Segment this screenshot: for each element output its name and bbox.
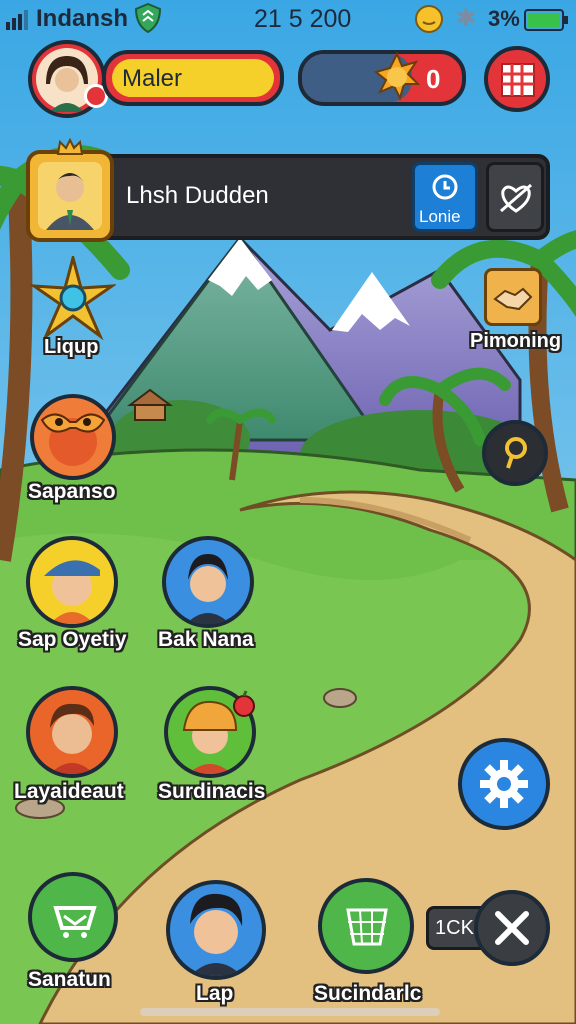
close-icon — [495, 911, 529, 945]
home-indicator[interactable] — [140, 1008, 440, 1016]
signal-icon — [6, 10, 28, 30]
clock-label: 21 5 200 — [254, 5, 352, 33]
char-label-surdinacis: Surdinacis — [158, 780, 266, 803]
key-icon — [505, 437, 527, 469]
profile-portrait-frame — [26, 150, 114, 242]
basket-icon — [53, 906, 97, 938]
hint-button[interactable] — [482, 420, 548, 486]
currency-value: 0 — [426, 64, 441, 94]
heart-arrow-icon — [500, 183, 532, 213]
gear-icon — [480, 760, 528, 808]
bottom-label-sanatun: Sanatun — [28, 968, 111, 991]
player-name-pill[interactable]: Maler — [102, 50, 284, 106]
clock-icon — [432, 174, 458, 200]
time-button-label: Lonie — [419, 207, 461, 226]
emoji-notification-icon — [415, 5, 443, 33]
carrier-label: Indansh — [36, 5, 129, 32]
apple-icon — [233, 690, 255, 717]
settings-button[interactable] — [458, 738, 550, 830]
char-label-bak-nana: Bak Nana — [158, 628, 254, 651]
close-button[interactable] — [474, 890, 550, 966]
character-bak-nana[interactable] — [162, 536, 254, 628]
close-tag-label: 1CK — [435, 917, 474, 939]
battery-icon — [524, 9, 568, 31]
player-name: Maler — [122, 65, 183, 92]
crown-icon — [56, 138, 84, 155]
handshake-node[interactable] — [484, 268, 542, 326]
mask-creature-node[interactable] — [30, 394, 116, 480]
star-gem-node[interactable] — [30, 256, 116, 342]
profile-name: Lhsh Dudden — [126, 182, 269, 209]
arena-button[interactable] — [318, 878, 414, 974]
favorite-button[interactable] — [486, 162, 544, 232]
bottom-label-lap: Lap — [196, 982, 234, 1005]
calendar-grid-icon — [501, 63, 535, 97]
calendar-button[interactable] — [484, 46, 550, 112]
node-label-sapanso: Sapanso — [28, 480, 116, 503]
node-label-liqup: Liqup — [44, 336, 99, 358]
bottom-label-sucindarlc: Sucindarlc — [314, 982, 422, 1005]
node-label-pimoning: Pimoning — [470, 330, 562, 352]
battery-percent: 3% — [488, 6, 520, 31]
char-label-layaideaut: Layaideaut — [14, 780, 124, 803]
character-sap-oyetiy[interactable] — [26, 536, 118, 628]
net-basket-icon — [346, 908, 388, 946]
char-label-sap-oyetiy: Sap Oyetiy — [18, 628, 127, 651]
status-bar: Indansh 21 5 200 ✱ 3% — [0, 0, 576, 38]
sun-coin-icon — [374, 52, 420, 101]
home-character-button[interactable] — [166, 880, 266, 980]
time-button[interactable]: Lonie — [412, 162, 478, 232]
handshake-icon — [493, 287, 533, 311]
bluetooth-icon: ✱ — [456, 5, 477, 32]
shield-icon — [134, 3, 162, 33]
character-layaideaut[interactable] — [26, 686, 118, 778]
shop-button[interactable] — [28, 872, 118, 962]
